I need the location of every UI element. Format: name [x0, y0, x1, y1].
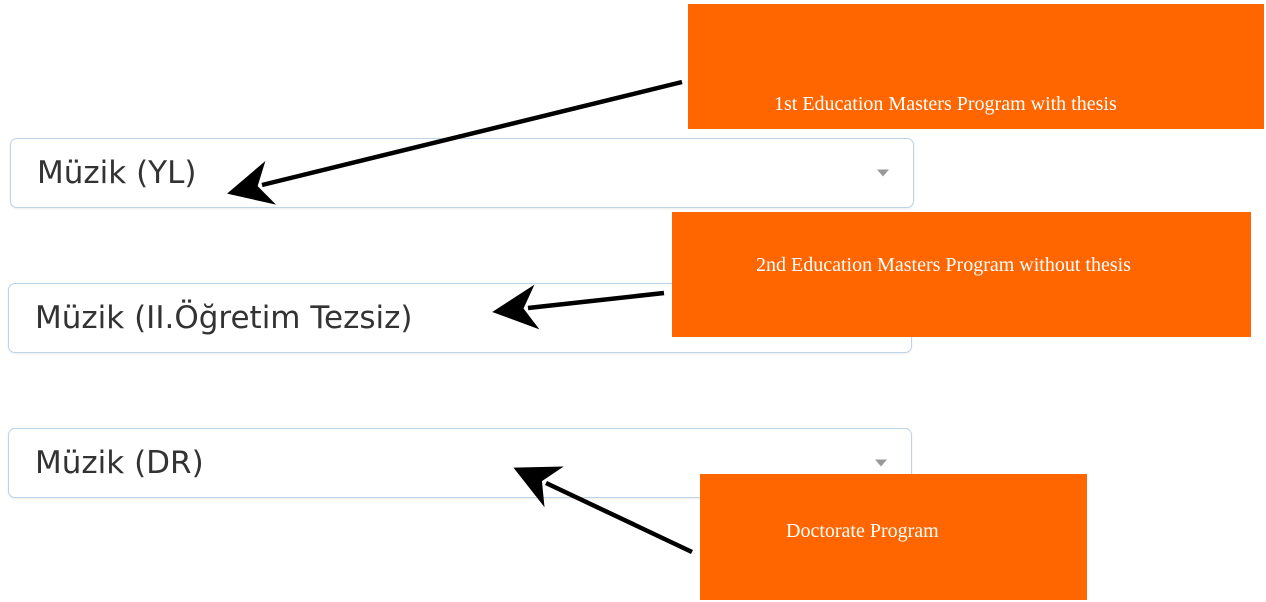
annotation-text: Doctorate Program [786, 520, 939, 542]
annotation-callout-yl: 1st Education Masters Program with thesi… [688, 4, 1264, 129]
select-value: Müzik (YL) [37, 155, 197, 191]
annotated-screenshot: Müzik (YL) Müzik (II.Öğretim Tezsiz) Müz… [0, 0, 1266, 602]
annotation-callout-dr: Doctorate Program [700, 474, 1087, 600]
annotation-callout-ii-ogretim: 2nd Education Masters Program without th… [672, 212, 1251, 337]
chevron-down-icon[interactable] [875, 459, 887, 467]
program-select-yl[interactable]: Müzik (YL) [10, 138, 914, 208]
select-value: Müzik (DR) [35, 445, 204, 481]
chevron-down-icon[interactable] [877, 169, 889, 177]
annotation-text: 2nd Education Masters Program without th… [756, 254, 1131, 276]
annotation-text: 1st Education Masters Program with thesi… [774, 93, 1117, 115]
select-value: Müzik (II.Öğretim Tezsiz) [35, 300, 413, 336]
